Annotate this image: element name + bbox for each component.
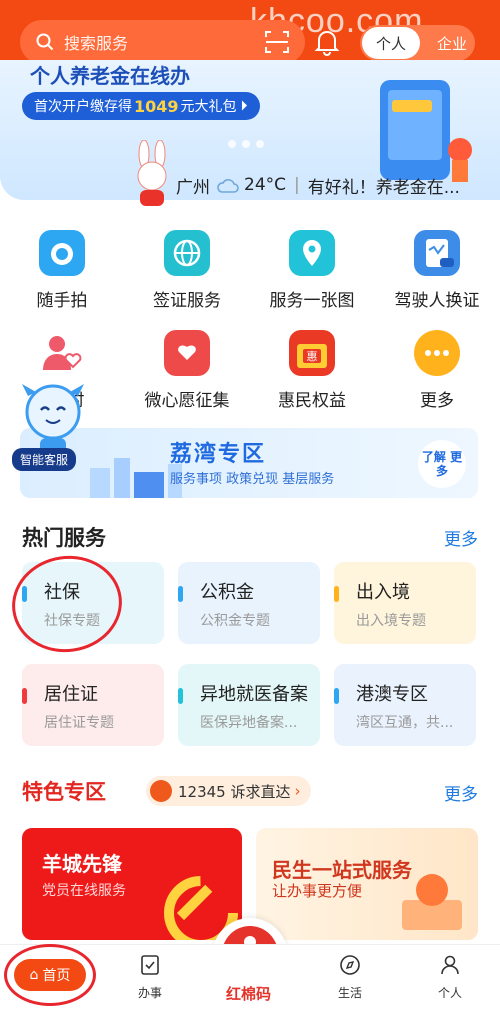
nav-personal[interactable]: 个人 (410, 953, 490, 1001)
card-exit-entry[interactable]: 出入境 出入境专题 (334, 562, 476, 644)
cloud-icon (217, 179, 239, 193)
grid-item-label: 驾驶人换证 (394, 291, 480, 311)
city-label: 广州 (176, 177, 210, 198)
assistant-label[interactable]: 智能客服 (12, 448, 77, 471)
grid-item-label: 签证服务 (153, 291, 221, 311)
bell-icon[interactable] (314, 28, 340, 60)
card-remote-medical[interactable]: 异地就医备案 医保异地备案... (178, 664, 320, 746)
one-stop-service-card[interactable]: 民生一站式服务 让办事更方便 (256, 828, 478, 940)
card-accent (178, 586, 183, 602)
toggle-enterprise[interactable]: 企业 (437, 25, 467, 61)
hotline-label: 12345 诉求直达 (178, 782, 291, 801)
nav-life-label: 生活 (337, 986, 362, 1000)
chevron-right-icon: › (294, 782, 301, 800)
checklist-icon (141, 955, 159, 975)
promo-amount: 1049 (134, 96, 179, 116)
hotline-12345[interactable]: 12345 诉求直达 › (146, 776, 311, 806)
lizhou-subtitle: 服务事项 政策兑现 基层服务 (170, 472, 335, 487)
feat1-subtitle: 党员在线服务 (42, 883, 126, 899)
card-title: 公积金 (200, 582, 254, 603)
temperature: 24°C (244, 175, 287, 195)
gift-hui-icon: 惠 (289, 330, 335, 376)
annotation-circle (4, 944, 96, 1006)
card-accent (22, 688, 27, 704)
nav-tasks[interactable]: 办事 (110, 953, 190, 1001)
hot-services-title: 热门服务 (22, 526, 106, 550)
card-accent (334, 688, 339, 704)
grid-item-label: 微心愿征集 (144, 391, 230, 411)
learn-more-button[interactable]: 了解 更多 (418, 440, 466, 488)
grid-item-more[interactable]: 更多 (377, 330, 497, 411)
card-title: 居住证 (44, 684, 98, 705)
promo-prefix: 首次开户缴存得 (34, 99, 132, 115)
center-label[interactable]: 红棉码 (226, 983, 271, 1004)
card-accent (334, 586, 339, 602)
heart-user-icon (39, 330, 85, 376)
card-subtitle: 出入境专题 (356, 613, 426, 629)
account-type-toggle[interactable]: 个人 企业 (360, 25, 475, 61)
yangcheng-pioneer-card[interactable]: 羊城先锋 党员在线服务 (22, 828, 242, 940)
headset-icon (150, 780, 172, 802)
grid-item-visa[interactable]: 签证服务 (127, 230, 247, 311)
featured-more-link[interactable]: 更多 (444, 780, 478, 805)
hot-more-link[interactable]: 更多 (444, 525, 478, 550)
card-subtitle: 湾区互通，共... (356, 715, 454, 731)
card-accent (178, 688, 183, 704)
svg-text:惠: 惠 (307, 349, 318, 363)
card-title: 出入境 (356, 582, 410, 603)
search-placeholder: 搜索服务 (64, 34, 129, 53)
clipboard-car-icon (414, 230, 460, 276)
grid-item-label: 更多 (420, 391, 454, 411)
feat1-title: 羊城先锋 (42, 852, 122, 876)
toggle-personal[interactable]: 个人 (362, 27, 420, 59)
card-subtitle: 居住证专题 (44, 715, 114, 731)
card-subtitle: 医保异地备案... (200, 715, 298, 731)
feat2-title: 民生一站式服务 (272, 858, 412, 882)
grid-item-driver-license[interactable]: 驾驶人换证 (377, 230, 497, 311)
grid-item-benefits[interactable]: 惠 惠民权益 (252, 330, 372, 411)
banner-promo: 首次开户缴存得 1049 元大礼包 ⏵ (22, 92, 260, 120)
info-row[interactable]: 广州 24°C | 有好礼！养老金在... (140, 168, 495, 202)
card-title: 港澳专区 (356, 684, 428, 705)
notice-text[interactable]: 有好礼！养老金在... (308, 173, 460, 198)
nav-life[interactable]: 生活 (310, 953, 390, 1001)
scan-icon[interactable] (264, 30, 290, 58)
search-input[interactable]: 搜索服务 (20, 20, 305, 64)
user-icon (441, 955, 459, 975)
grid-item-label: 惠民权益 (278, 391, 346, 411)
search-icon (36, 33, 54, 51)
grid-item-label: 随手拍 (36, 291, 88, 311)
nav-personal-label: 个人 (437, 986, 462, 1000)
heart-card-icon (164, 330, 210, 376)
nav-tasks-label: 办事 (137, 986, 162, 1000)
play-icon: ⏵ (240, 98, 248, 114)
featured-title: 特色专区 (22, 780, 106, 804)
card-title: 异地就医备案 (200, 684, 308, 705)
promo-suffix: 元大礼包 (180, 99, 237, 115)
carousel-dots (228, 140, 264, 148)
card-residence-permit[interactable]: 居住证 居住证专题 (22, 664, 164, 746)
service-illustration-icon (402, 874, 462, 930)
globe-icon (164, 230, 210, 276)
grid-item-label: 服务一张图 (269, 291, 355, 311)
grid-item-service-map[interactable]: 服务一张图 (252, 230, 372, 311)
more-dots-icon (414, 330, 460, 376)
feat2-subtitle: 让办事更方便 (272, 882, 363, 900)
card-hk-macao[interactable]: 港澳专区 湾区互通，共... (334, 664, 476, 746)
compass-icon (340, 955, 360, 975)
grid-item-snapshot[interactable]: 随手拍 (2, 230, 122, 311)
card-subtitle: 公积金专题 (200, 613, 270, 629)
lizhou-title: 荔湾专区 (170, 442, 267, 467)
map-pin-icon (289, 230, 335, 276)
card-housing-fund[interactable]: 公积金 公积金专题 (178, 562, 320, 644)
camera-icon (39, 230, 85, 276)
banner-title: 个人养老金在线办 (30, 64, 190, 88)
grid-item-wishes[interactable]: 微心愿征集 (127, 330, 247, 411)
